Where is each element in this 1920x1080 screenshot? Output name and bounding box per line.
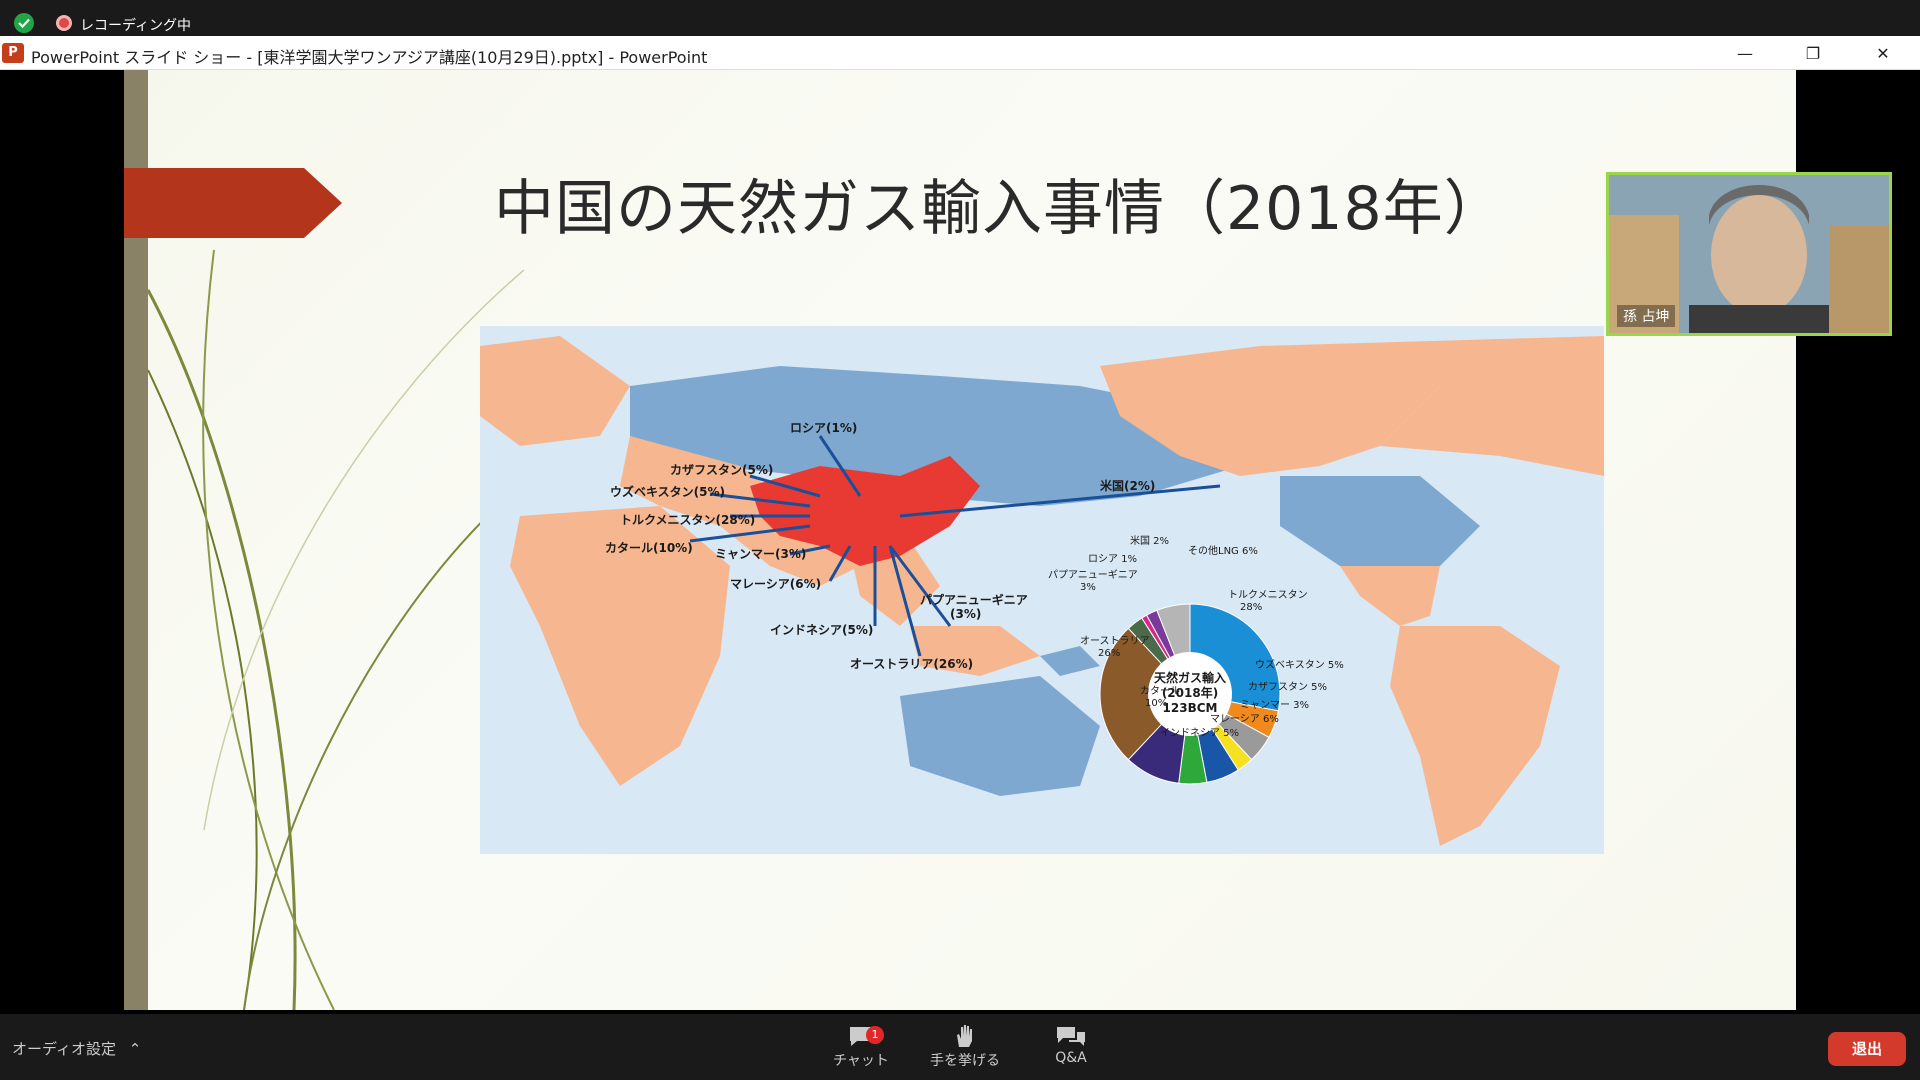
pie-label-russia: ロシア 1% [1088,554,1137,565]
australia-shape [900,676,1100,796]
slide: 中国の天然ガス輸入事情（2018年） ロシア(1%) カザフスタン(5%) ウズ… [124,70,1796,1010]
pie-center-line3: 123BCM [1163,701,1218,715]
raise-hand-label: 手を挙げる [930,1053,1000,1069]
pie-label-turkmenistan: トルクメニスタン [1228,589,1308,601]
chat-badge: 1 [866,1026,884,1044]
slide-title: 中国の天然ガス輸入事情（2018年） [494,174,1505,244]
south-america-shape [1390,626,1560,846]
mexico-shape [1340,566,1440,626]
minimize-button[interactable]: — [1710,36,1780,70]
label-png: パプアニューギニア [920,592,1028,607]
pie-center-line1: 天然ガス輸入 [1154,670,1226,685]
label-qatar: カタール(10%) [605,541,693,555]
pie-label-png: パプアニューギニア [1048,569,1138,581]
title-arrow-shape [124,168,342,238]
zoom-top-bar: レコーディング中 [0,0,1920,36]
window-title: PowerPoint スライド ショー - [東洋学園大学ワンアジア講座(10月… [31,48,708,67]
close-button[interactable]: ✕ [1848,36,1918,70]
chat-icon [816,1022,906,1050]
audio-settings-button[interactable]: オーディオ設定 ⌃ [12,1038,141,1059]
usa-shape [1280,476,1480,566]
pie-label-qatar-pct: 10% [1145,698,1167,709]
powerpoint-title-bar: P PowerPoint スライド ショー - [東洋学園大学ワンアジア講座(1… [0,36,1920,70]
qa-icon [1026,1022,1116,1050]
world-map-figure: ロシア(1%) カザフスタン(5%) ウズベキスタン(5%) トルクメニスタン(… [480,326,1604,854]
label-indonesia: インドネシア(5%) [770,623,873,637]
zoom-bottom-bar: オーディオ設定 ⌃ 1 チャット 手を挙げる Q&A 退出 [0,1014,1920,1080]
chevron-up-icon: ⌃ [128,1040,142,1058]
pie-label-kazakhstan: カザフスタン 5% [1248,681,1327,693]
audio-settings-label: オーディオ設定 [12,1040,116,1058]
label-png-pct: (3%) [950,607,981,621]
leave-button[interactable]: 退出 [1828,1032,1906,1066]
raise-hand-button[interactable]: 手を挙げる [920,1022,1010,1070]
pie-label-other-lng: その他LNG 6% [1188,544,1258,557]
restore-button[interactable]: ❐ [1778,36,1848,70]
label-uzbekistan: ウズベキスタン(5%) [610,484,725,499]
pie-label-qatar: カタール [1140,685,1180,697]
map-svg: ロシア(1%) カザフスタン(5%) ウズベキスタン(5%) トルクメニスタン(… [480,336,1604,846]
pie-label-usa: 米国 2% [1130,534,1169,547]
pie-label-myanmar: ミャンマー 3% [1240,700,1309,711]
label-myanmar: ミャンマー(3%) [715,547,806,561]
qa-label: Q&A [1055,1050,1087,1066]
recording-label: レコーディング中 [80,18,192,34]
label-malaysia: マレーシア(6%) [730,577,821,591]
europe-west-shape [480,336,630,446]
pie-label-australia: オーストラリア [1080,635,1150,647]
label-kazakhstan: カザフスタン(5%) [670,463,773,477]
participant-video[interactable]: 孫 占坤 [1606,172,1892,336]
chat-label: チャット [833,1053,889,1069]
pie-label-indonesia: インドネシア 5% [1160,727,1239,739]
pie-label-australia-pct: 26% [1098,648,1120,659]
chat-button[interactable]: 1 チャット [816,1022,906,1070]
qa-button[interactable]: Q&A [1026,1022,1116,1066]
pie-label-png-pct: 3% [1080,582,1096,593]
participant-name: 孫 占坤 [1617,305,1676,327]
png-shape [1040,646,1100,676]
pie-label-uzbekistan: ウズベキスタン 5% [1255,658,1344,671]
label-russia: ロシア(1%) [790,421,857,435]
recording-icon [56,15,72,31]
pie-label-malaysia: マレーシア 6% [1210,714,1279,725]
hand-icon [920,1022,1010,1050]
label-turkmenistan: トルクメニスタン(28%) [620,513,755,527]
pie-label-turkmenistan-pct: 28% [1240,602,1262,613]
label-australia: オーストラリア(26%) [850,657,973,671]
security-shield-icon[interactable] [14,13,34,33]
powerpoint-icon: P [2,43,24,63]
label-usa: 米国(2%) [1100,478,1155,493]
